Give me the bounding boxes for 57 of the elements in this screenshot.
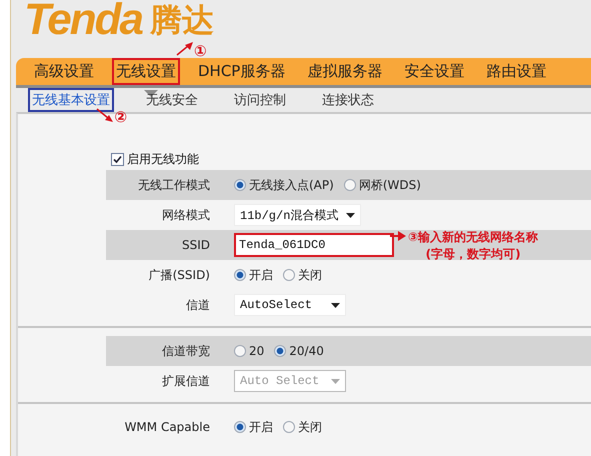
- radio-button[interactable]: [274, 345, 286, 357]
- field-label: 广播(SSID): [148, 266, 210, 284]
- sub-tab[interactable]: 连接状态: [318, 88, 378, 112]
- brand-logo: Tenda: [24, 0, 144, 40]
- input-field[interactable]: Tenda_061DC0: [234, 233, 394, 257]
- radio-button[interactable]: [283, 421, 295, 433]
- field-label: 信道带宽: [161, 342, 210, 360]
- caret-icon: [331, 378, 340, 384]
- checkbox[interactable]: [111, 152, 124, 166]
- radio-label: 开启: [249, 418, 273, 436]
- nav-tab[interactable]: DHCP服务器: [194, 58, 290, 85]
- arrow-icon: [176, 42, 194, 56]
- radio-option[interactable]: 20/40: [274, 344, 324, 358]
- radio-option[interactable]: 20: [234, 344, 264, 358]
- field-label: 扩展信道: [161, 372, 210, 390]
- radio-button[interactable]: [283, 269, 295, 281]
- annotation-number: ②: [114, 108, 128, 126]
- dropdown[interactable]: AutoSelect: [234, 294, 346, 316]
- radio-label: 开启: [249, 266, 273, 284]
- field-label: WMM Capable: [124, 420, 210, 434]
- field-label: 网络模式: [161, 206, 210, 224]
- checkbox-label: 启用无线功能: [127, 150, 199, 168]
- radio-button[interactable]: [234, 269, 246, 281]
- radio-option[interactable]: 开启: [234, 418, 273, 436]
- field-label: 信道: [185, 296, 210, 314]
- arrow-icon: [390, 229, 406, 243]
- radio-option[interactable]: 网桥(WDS): [344, 176, 421, 194]
- arrow-icon: [96, 108, 114, 122]
- nav-tab[interactable]: 高级设置: [30, 58, 98, 85]
- radio-button[interactable]: [234, 421, 246, 433]
- radio-label: 网桥(WDS): [358, 176, 421, 194]
- dropdown[interactable]: 11b/g/n混合模式: [234, 204, 362, 226]
- radio-label: 20/40: [289, 344, 324, 358]
- nav-tab[interactable]: 虚拟服务器: [303, 58, 386, 85]
- radio-option[interactable]: 关闭: [283, 418, 322, 436]
- radio-option[interactable]: 开启: [234, 266, 273, 284]
- sub-tab[interactable]: 无线安全: [142, 88, 202, 112]
- caret-icon: [331, 302, 340, 308]
- radio-button[interactable]: [234, 345, 246, 357]
- sub-tab[interactable]: 无线基本设置: [28, 88, 114, 112]
- sub-tab[interactable]: 访问控制: [230, 88, 290, 112]
- annotation-number: ①: [194, 42, 207, 60]
- field-label: SSID: [180, 238, 210, 252]
- caret-icon: [346, 212, 356, 218]
- radio-option[interactable]: 关闭: [283, 266, 322, 284]
- radio-button[interactable]: [344, 179, 356, 191]
- nav-tab[interactable]: 无线设置: [112, 58, 180, 85]
- radio-label: 关闭: [298, 418, 322, 436]
- nav-tab[interactable]: 路由设置: [482, 58, 550, 85]
- radio-button[interactable]: [234, 179, 246, 191]
- radio-label: 关闭: [298, 266, 322, 284]
- nav-tab[interactable]: 安全设置: [400, 58, 468, 85]
- annotation-text: (字母，数字均可): [426, 246, 521, 263]
- radio-label: 20: [249, 344, 264, 358]
- annotation-number: ③输入新的无线网络名称: [408, 229, 538, 246]
- brand-logo-native: 腾达: [150, 0, 214, 40]
- field-label: 无线工作模式: [137, 176, 210, 194]
